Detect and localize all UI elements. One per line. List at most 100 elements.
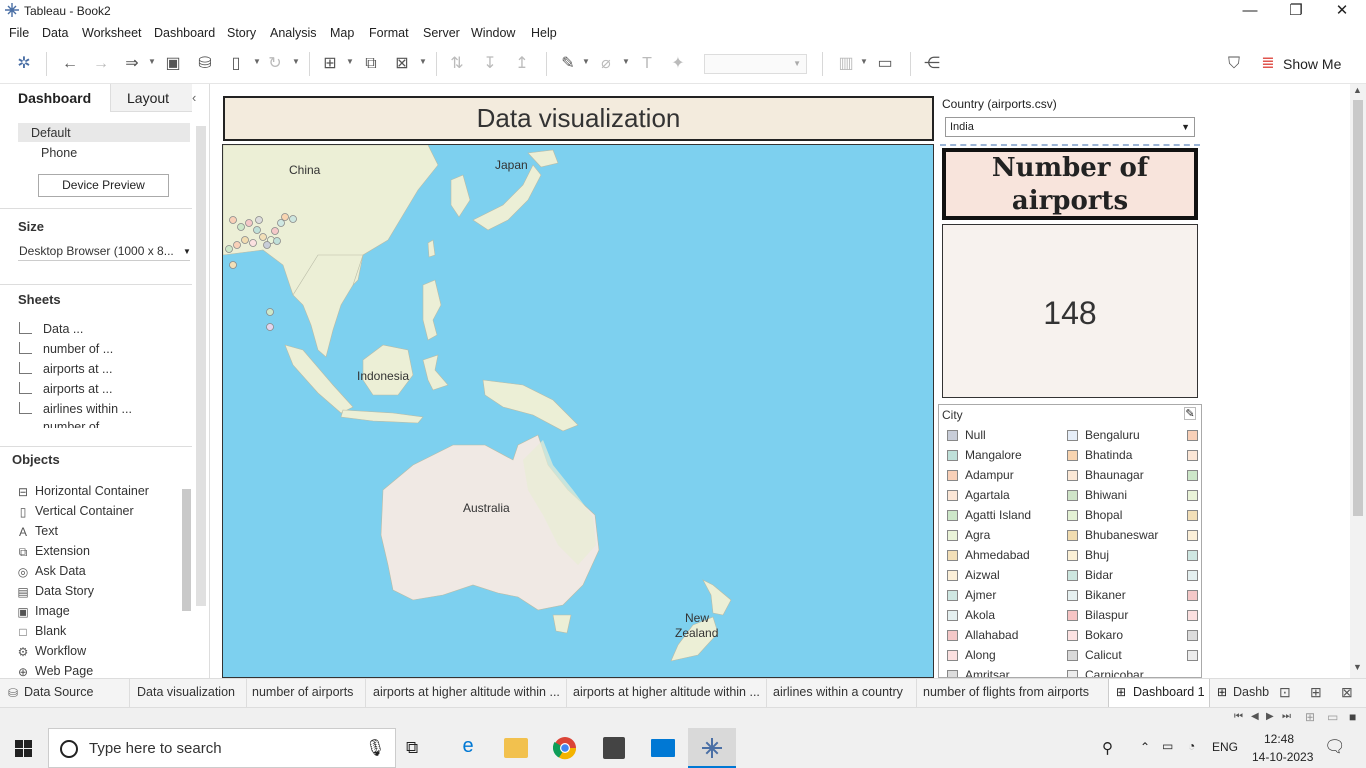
show-cards-icon[interactable]: ▥ [836,54,856,74]
duplicate-icon[interactable]: ⧉ [361,54,381,74]
legend-swatch[interactable] [1067,570,1078,581]
grid-view-icon[interactable]: ⊞ [1305,710,1315,724]
legend-swatch[interactable] [1187,510,1198,521]
tab-sheet[interactable]: number of airports [252,685,353,699]
airports-map[interactable]: China Japan Indonesia Australia New Zeal… [222,144,934,678]
legend-swatch[interactable] [1067,490,1078,501]
swap-icon[interactable]: ⇅ [447,54,467,74]
sheet-item[interactable]: number of ... [43,342,113,356]
legend-swatch[interactable] [1187,450,1198,461]
legend-item[interactable]: Along [965,648,996,662]
legend-item[interactable]: Allahabad [965,628,1018,642]
tab-data-source[interactable]: Data Source [24,685,93,699]
legend-item[interactable]: Bokaro [1085,628,1123,642]
menu-server[interactable]: Server [423,26,460,40]
legend-swatch[interactable] [947,590,958,601]
microphone-icon[interactable]: 🎙 [365,738,385,758]
new-worksheet-icon[interactable]: ⊡ [1279,684,1291,701]
tab-sheet[interactable]: Data visualization [137,685,235,699]
undo-icon[interactable]: ← [60,54,80,74]
legend-item[interactable]: Bhopal [1085,508,1122,522]
prev-sheet-icon[interactable]: ◀ [1251,711,1259,722]
device-preview-button[interactable]: Device Preview [38,174,169,197]
chrome-icon[interactable] [553,736,577,760]
legend-swatch[interactable] [1187,570,1198,581]
format-painter-icon[interactable]: ⛉ [1224,54,1244,74]
objects-scrollbar[interactable] [182,489,191,611]
tab-sheet[interactable]: number of flights from airports [923,685,1089,699]
legend-swatch[interactable] [947,530,958,541]
show-me-icon[interactable]: ≣ [1258,54,1278,74]
clock-date[interactable]: 14-10-2023 [1252,750,1313,764]
wifi-icon[interactable]: ◔ [1188,739,1195,753]
taskbar-search[interactable]: Type here to search 🎙 [48,728,396,768]
legend-item[interactable]: Carnicobar [1085,668,1144,677]
highlight-icon[interactable]: ✎ [558,54,578,74]
edge-icon[interactable]: e [455,735,481,761]
search-input[interactable]: Type here to search [89,740,222,757]
minimize-button[interactable]: — [1227,0,1273,22]
object-item[interactable]: Vertical Container [35,504,134,518]
menu-map[interactable]: Map [330,26,354,40]
legend-swatch[interactable] [1187,430,1198,441]
legend-swatch[interactable] [1187,610,1198,621]
notifications-icon[interactable]: 🗨 [1324,737,1346,757]
chevron-down-icon[interactable]: ▼ [1181,118,1190,136]
size-dropdown[interactable]: Desktop Browser (1000 x 8... [19,244,174,258]
close-button[interactable]: ✕ [1319,0,1365,22]
legend-item[interactable]: Bhiwani [1085,488,1127,502]
legend-item[interactable]: Bhubaneswar [1085,528,1158,542]
new-data-source-icon[interactable]: ⛁ [195,54,215,74]
legend-swatch[interactable] [1067,590,1078,601]
object-item[interactable]: Ask Data [35,564,86,578]
tab-layout[interactable]: Layout [110,84,192,112]
legend-swatch[interactable] [1187,550,1198,561]
device-phone[interactable]: Phone [41,146,77,160]
legend-item[interactable]: Bilaspur [1085,608,1128,622]
tab-sheet[interactable]: airports at higher altitude within ... [373,685,560,699]
tableau-taskbar-icon[interactable] [688,728,736,768]
last-sheet-icon[interactable]: ⏭ [1282,711,1291,722]
legend-swatch[interactable] [1187,490,1198,501]
legend-item[interactable]: Aizwal [965,568,1000,582]
object-item[interactable]: Data Story [35,584,94,598]
legend-item[interactable]: Mangalore [965,448,1022,462]
legend-item[interactable]: Ahmedabad [965,548,1030,562]
legend-item[interactable]: Bhaunagar [1085,468,1144,482]
legend-item[interactable]: Agatti Island [965,508,1031,522]
legend-swatch[interactable] [947,630,958,641]
legend-swatch[interactable] [1067,530,1078,541]
filmstrip-view-icon[interactable]: ▭ [1327,710,1338,724]
pane-scrollbar[interactable] [196,126,206,606]
replace-data-source-icon[interactable]: ⇒ [122,54,142,74]
legend-item[interactable]: Bhuj [1085,548,1109,562]
size-dropdown-icon[interactable]: ▼ [183,247,191,256]
menu-worksheet[interactable]: Worksheet [82,26,142,40]
menu-format[interactable]: Format [369,26,409,40]
collapse-pane-icon[interactable]: ‹ [192,90,196,105]
sheet-item[interactable]: airlines within ... [43,402,132,416]
legend-item[interactable]: Bhatinda [1085,448,1132,462]
legend-item[interactable]: Agra [965,528,990,542]
legend-item[interactable]: Ajmer [965,588,996,602]
fix-axes-icon[interactable]: ✦ [668,54,688,74]
legend-swatch[interactable] [1067,510,1078,521]
legend-swatch[interactable] [947,490,958,501]
menu-window[interactable]: Window [471,26,515,40]
legend-item[interactable]: Agartala [965,488,1010,502]
legend-item[interactable]: Null [965,428,986,442]
tab-dashboard-2[interactable]: Dashb [1233,685,1269,699]
tab-dashboard[interactable]: Dashboard [0,84,110,112]
refresh-icon[interactable]: ↻ [265,54,285,74]
legend-swatch[interactable] [947,450,958,461]
tableau-home-icon[interactable]: ✲ [14,54,34,74]
legend-swatch[interactable] [1067,450,1078,461]
group-icon[interactable]: ⌀ [596,54,616,74]
sheet-item[interactable]: Data ... [43,322,83,336]
clock-time[interactable]: 12:48 [1264,732,1294,746]
maximize-button[interactable]: ❐ [1273,0,1319,22]
legend-item[interactable]: Bengaluru [1085,428,1140,442]
mail-icon[interactable] [651,739,675,757]
legend-item[interactable]: Bidar [1085,568,1113,582]
object-item[interactable]: Horizontal Container [35,484,149,498]
